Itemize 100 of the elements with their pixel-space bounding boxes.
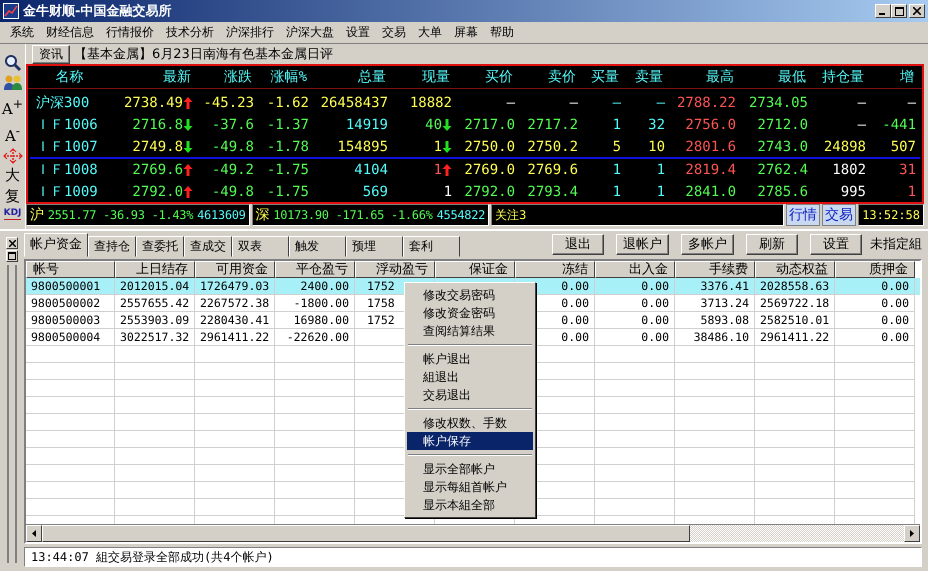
chart-logo-icon (3, 3, 19, 19)
tab[interactable]: 触发 (289, 236, 346, 257)
news-headline[interactable]: 【基本金属】6月23日南海有色基本金属日评 (74, 45, 333, 63)
column-header[interactable]: 上日结存 (115, 261, 195, 278)
toolbar-button[interactable]: A$^{+}$ (2, 94, 24, 119)
column-header[interactable]: 帐号 (26, 261, 115, 278)
table-cell: 0.00 (881, 330, 909, 344)
column-header[interactable]: 冻结 (515, 261, 595, 278)
splitter-handle[interactable] (7, 265, 17, 563)
scroll-left-button[interactable] (26, 525, 42, 542)
menu-item[interactable]: 查阅结算结果 (407, 322, 533, 340)
tab[interactable]: 查成交 (184, 236, 232, 257)
close-button[interactable] (909, 4, 925, 18)
menu-item[interactable]: 組退出 (407, 368, 533, 386)
menu-item[interactable]: 财经信息 (40, 24, 100, 41)
menu-item[interactable]: 技术分析 (160, 24, 220, 41)
tab[interactable]: 双表 (232, 236, 289, 257)
tab[interactable]: 预埋 (346, 236, 403, 257)
view-button[interactable]: 行情 (786, 204, 820, 226)
instrument-name[interactable]: 沪深300 (30, 94, 113, 112)
quote-value: -1.75 (266, 162, 309, 178)
tab[interactable]: 帐户资金 (24, 233, 88, 257)
group-label: 未指定組 (870, 236, 922, 253)
table-cell: 0.00 (881, 296, 909, 310)
quote-value: 26458437 (320, 95, 388, 111)
instrument-name[interactable]: ＩＦ1006 (30, 116, 113, 134)
quote-value: — (858, 117, 866, 133)
scrollbar-thumb[interactable] (42, 525, 690, 542)
maximize-button[interactable] (891, 4, 907, 18)
quote-value: 2769.6 (527, 162, 578, 178)
minimize-button[interactable] (875, 4, 891, 18)
quote-value: 2743.0 (757, 138, 808, 154)
quote-value: 1 (434, 138, 442, 154)
column-header[interactable]: 可用资金 (195, 261, 275, 278)
menu-item[interactable]: 沪深大盘 (280, 24, 340, 41)
restore-pane-button[interactable] (6, 250, 18, 262)
tab[interactable]: 查持仓 (88, 236, 136, 257)
column-header[interactable]: 动态权益 (755, 261, 835, 278)
action-button[interactable]: 退出 (552, 234, 604, 254)
menu-item[interactable]: 修改资金密码 (407, 304, 533, 322)
table-cell: 3713.24 (700, 296, 749, 310)
instrument-name[interactable]: ＩＦ1009 (30, 183, 113, 201)
toolbar-button[interactable]: 大 (5, 166, 20, 185)
quote-value: 1 (656, 184, 665, 200)
column-header[interactable]: 出入金 (595, 261, 675, 278)
table-cell: 9800500003 (31, 313, 100, 327)
quote-value: 2717.2 (527, 117, 578, 133)
view-button[interactable]: 交易 (822, 204, 856, 226)
table-cell: -22620.00 (286, 330, 349, 344)
menu-item[interactable]: 帐户保存 (407, 432, 533, 450)
menu-item[interactable]: 修改权数、手数 (407, 414, 533, 432)
news-button[interactable]: 资讯 (32, 44, 70, 64)
menu-item[interactable]: 帮助 (484, 24, 520, 41)
menu-item[interactable]: 行情报价 (100, 24, 160, 41)
menu-item[interactable]: 沪深排行 (220, 24, 280, 41)
index-quote: 2551.77 -36.93 -1.43% (48, 208, 194, 222)
index-volume: 4613609 (197, 208, 246, 222)
table-cell: 2267572.38 (200, 296, 270, 310)
instrument-name[interactable]: ＩＦ1008 (30, 161, 113, 179)
quote-value: 569 (362, 184, 388, 200)
quote-value: 10 (648, 138, 665, 154)
column-header[interactable]: 平仓盈亏 (275, 261, 355, 278)
tab[interactable]: 套利 (403, 236, 460, 257)
menu-item[interactable]: 帐户退出 (407, 350, 533, 368)
column-header[interactable]: 质押金 (835, 261, 915, 278)
column-header[interactable]: 浮动盈亏 (355, 261, 435, 278)
table-cell: 0.00 (641, 330, 669, 344)
menu-item[interactable]: 交易退出 (407, 386, 533, 404)
kdj-button[interactable]: KDJ (4, 208, 22, 220)
menu-item[interactable]: 显示每組首帐户 (407, 478, 533, 496)
instrument-name[interactable]: ＩＦ1007 (30, 138, 113, 156)
quote-value: -37.6 (212, 117, 254, 133)
scroll-right-button[interactable] (904, 525, 920, 542)
column-header: 涨跌 (223, 68, 252, 86)
menu-item[interactable]: 屏幕 (448, 24, 484, 41)
quote-value: -49.8 (212, 138, 254, 154)
menu-item[interactable]: 大单 (412, 24, 448, 41)
menu-item[interactable]: 交易 (376, 24, 412, 41)
menu-item[interactable]: 系统 (4, 24, 40, 41)
menu-item[interactable]: 显示全部帐户 (407, 460, 533, 478)
close-pane-button[interactable] (6, 237, 18, 249)
column-header[interactable]: 手续费 (675, 261, 755, 278)
quote-value: 14919 (346, 117, 388, 133)
people-icon[interactable] (2, 74, 22, 92)
toolbar-button[interactable]: 复 (5, 187, 20, 206)
table-cell: 2400.00 (300, 279, 349, 293)
tab[interactable]: 查委托 (136, 236, 184, 257)
quote-value: 1 (612, 162, 621, 178)
menu-item[interactable]: 设置 (340, 24, 376, 41)
action-button[interactable]: 退帐户 (616, 234, 669, 254)
right-arrow-icon (910, 530, 914, 537)
action-button[interactable]: 多帐户 (681, 234, 734, 254)
search-icon[interactable] (4, 54, 22, 72)
action-button[interactable]: 刷新 (746, 234, 798, 254)
column-header[interactable]: 保证金 (435, 261, 515, 278)
toolbar-button[interactable]: A$^{-}$ (4, 121, 20, 146)
column-header: 卖价 (547, 68, 576, 86)
menu-item[interactable]: 显示本組全部 (407, 496, 533, 514)
crosshair-icon[interactable] (2, 148, 22, 164)
action-button[interactable]: 设置 (810, 234, 862, 254)
